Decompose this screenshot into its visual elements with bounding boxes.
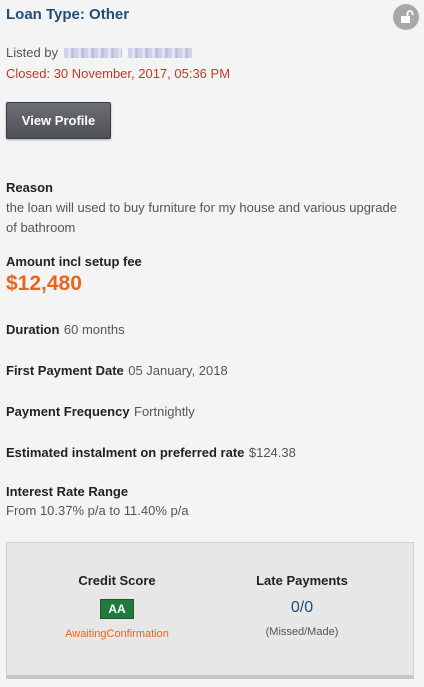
duration-label: Duration: [6, 322, 60, 337]
credit-status: AwaitingConfirmation: [65, 628, 169, 640]
amount-label: Amount incl setup fee: [6, 254, 142, 269]
late-payments-sub: (Missed/Made): [265, 626, 339, 638]
loan-type-title: Loan Type: Other: [6, 6, 130, 23]
duration-value: 60 months: [63, 322, 125, 337]
instalment-row: Estimated instalment on preferred rate $…: [6, 444, 296, 462]
frequency-row: Payment Frequency Fortnightly: [6, 403, 195, 421]
first-payment-row: First Payment Date 05 January, 2018: [6, 362, 228, 380]
credit-summary-card: Credit Score AA AwaitingConfirmation Lat…: [6, 542, 414, 679]
reason-text: the loan will used to buy furniture for …: [6, 200, 397, 235]
amount-value: $12,480: [6, 272, 82, 295]
duration-row: Duration 60 months: [6, 321, 125, 339]
view-profile-button[interactable]: View Profile: [6, 102, 111, 139]
late-payments-value: 0/0: [290, 599, 314, 616]
closed-date: Closed: 30 November, 2017, 05:36 PM: [6, 66, 231, 81]
frequency-label: Payment Frequency: [6, 404, 130, 419]
redacted-name: [128, 47, 193, 58]
listed-by: Listed by: [6, 45, 193, 60]
first-payment-label: First Payment Date: [6, 363, 124, 378]
reason-label: Reason: [6, 180, 53, 195]
listed-by-label: Listed by: [6, 45, 59, 60]
credit-score-badge: AA: [100, 599, 134, 619]
late-payments-column: Late Payments 0/0 (Missed/Made): [207, 573, 397, 638]
frequency-value: Fortnightly: [134, 404, 195, 419]
interest-rate-value: From 10.37% p/a to 11.40% p/a: [6, 503, 189, 518]
redacted-name: [64, 47, 123, 58]
credit-score-column: Credit Score AA AwaitingConfirmation: [27, 573, 207, 640]
interest-rate-label: Interest Rate Range: [6, 484, 129, 499]
credit-score-label: Credit Score: [78, 573, 156, 588]
late-payments-label: Late Payments: [256, 573, 348, 588]
instalment-value: $124.38: [248, 445, 296, 460]
unlock-icon[interactable]: [393, 4, 419, 30]
instalment-label: Estimated instalment on preferred rate: [6, 445, 245, 460]
first-payment-value: 05 January, 2018: [128, 363, 228, 378]
